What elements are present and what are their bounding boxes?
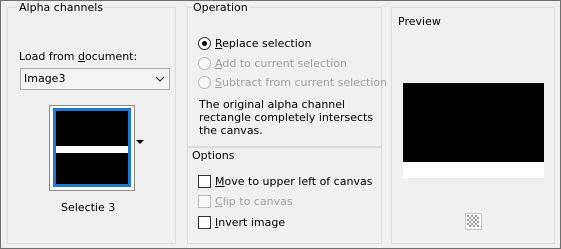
checkerboard-pattern bbox=[466, 214, 481, 229]
add-to-current-selection-label[interactable]: Add to current selection bbox=[215, 57, 347, 70]
subtract-from-current-selection-radio[interactable] bbox=[198, 76, 211, 89]
clip-to-canvas-checkbox[interactable] bbox=[198, 195, 211, 208]
alpha-channels-title: Alpha channels bbox=[18, 1, 105, 14]
move-to-upper-left-label[interactable]: Move to upper left of canvas bbox=[215, 175, 372, 188]
operation-description: The original alpha channel rectangle com… bbox=[199, 98, 374, 137]
thumbnail-stripe bbox=[56, 146, 128, 153]
replace-selection-label[interactable]: Replace selection bbox=[215, 37, 311, 50]
options-group: Options Move to upper left of canvas Cli… bbox=[187, 147, 382, 244]
options-title: Options bbox=[192, 149, 235, 162]
radio-selected-dot bbox=[202, 41, 207, 46]
channel-caption: Selectie 3 bbox=[61, 201, 116, 214]
document-select-value: Image3 bbox=[24, 72, 66, 85]
alpha-channel-dialog: Alpha channels Load from document: Image… bbox=[0, 0, 561, 249]
preview-title: Preview bbox=[398, 15, 441, 28]
document-select[interactable]: Image3 bbox=[20, 68, 170, 90]
preview-group: Preview bbox=[391, 7, 555, 244]
operation-title: Operation bbox=[192, 1, 249, 14]
thumbnail-dropdown-arrow-icon[interactable] bbox=[136, 140, 144, 144]
load-from-document-label: Load from document: bbox=[19, 50, 138, 63]
channel-thumbnail[interactable] bbox=[49, 105, 135, 191]
operation-group: Operation Replace selection Add to curre… bbox=[187, 1, 387, 147]
alpha-channels-group: Alpha channels Load from document: Image… bbox=[7, 1, 176, 244]
move-to-upper-left-checkbox[interactable] bbox=[198, 175, 211, 188]
preview-white-strip bbox=[403, 162, 544, 178]
channel-thumbnail-image bbox=[53, 108, 131, 187]
replace-selection-radio[interactable] bbox=[198, 37, 211, 50]
invert-image-checkbox[interactable] bbox=[198, 216, 211, 229]
clip-to-canvas-label[interactable]: Clip to canvas bbox=[215, 195, 293, 208]
checkerboard-icon[interactable] bbox=[465, 213, 482, 230]
subtract-from-current-selection-label[interactable]: Subtract from current selection bbox=[215, 76, 387, 89]
chevron-down-icon bbox=[155, 76, 165, 82]
preview-canvas bbox=[403, 83, 544, 178]
add-to-current-selection-radio[interactable] bbox=[198, 57, 211, 70]
invert-image-label[interactable]: Invert image bbox=[215, 216, 285, 229]
